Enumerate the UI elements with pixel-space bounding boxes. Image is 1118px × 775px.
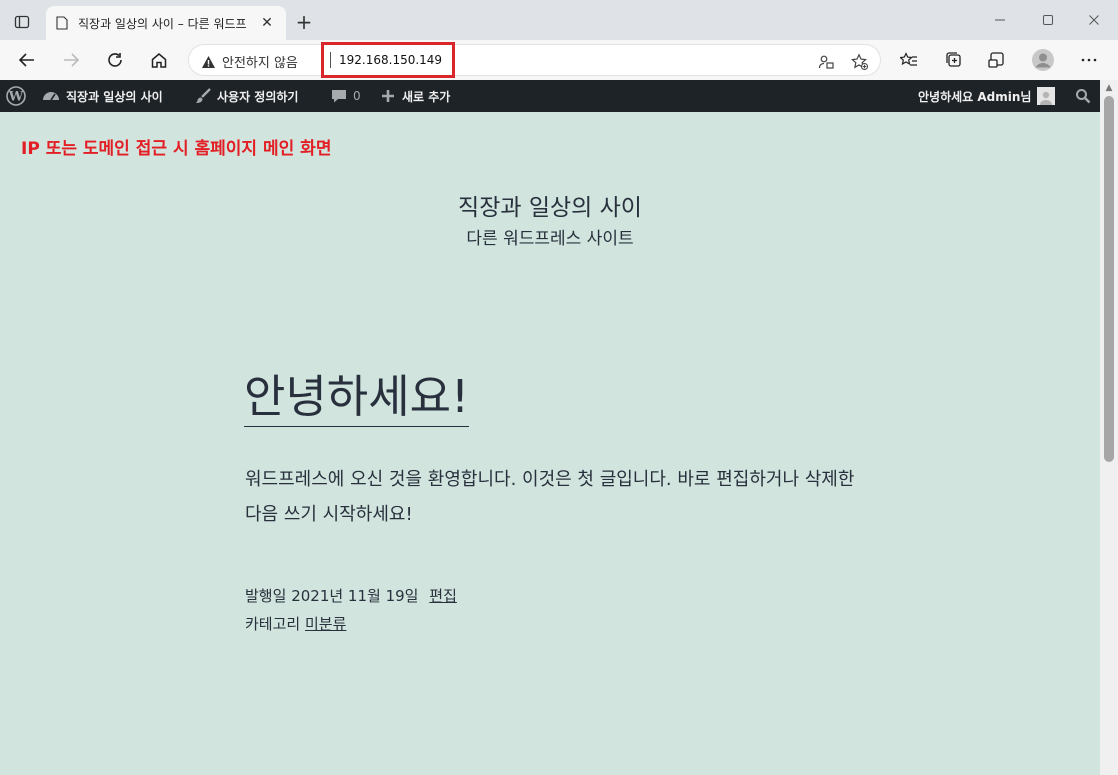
wordpress-logo-icon: W [6, 86, 26, 106]
site-title[interactable]: 직장과 일상의 사이 [0, 188, 1100, 222]
profile-button[interactable] [1029, 46, 1057, 74]
wp-new-content-menu[interactable]: 새로 추가 [380, 80, 450, 112]
tab-strip: 직장과 일상의 사이 – 다른 워드프 ✕ + [0, 0, 1118, 40]
collections-button[interactable] [940, 46, 968, 74]
plus-icon [382, 90, 394, 102]
search-icon [1076, 89, 1091, 104]
scroll-up-arrow-icon[interactable]: ▲ [1100, 80, 1118, 96]
post-category-line: 카테고리 미분류 [245, 610, 457, 638]
text-caret [330, 52, 331, 68]
app-available-button[interactable] [983, 46, 1011, 74]
tab-actions-button[interactable] [8, 8, 36, 36]
back-arrow-icon [18, 53, 34, 67]
svg-text:W: W [8, 90, 24, 105]
profile-avatar-icon [1032, 49, 1054, 71]
home-icon [151, 53, 167, 68]
url-text[interactable]: 192.168.150.149 [339, 53, 442, 67]
wp-customize-label: 사용자 정의하기 [217, 89, 299, 104]
browser-toolbar: 안전하지 않음 192.168.150.149 [0, 40, 1118, 80]
read-aloud-icon[interactable] [815, 51, 837, 73]
page-icon [56, 16, 68, 30]
wp-greeting: 안녕하세요 Admin님 [918, 89, 1032, 104]
settings-more-button[interactable] [1075, 46, 1103, 74]
favorites-button[interactable] [895, 46, 923, 74]
post-date-line: 발행일 2021년 11월 19일 편집 [245, 582, 457, 610]
wp-new-label: 새로 추가 [402, 89, 451, 104]
wp-customize-link[interactable]: 사용자 정의하기 [195, 80, 298, 112]
category-label: 카테고리 [245, 615, 301, 633]
tab-actions-icon [14, 15, 30, 29]
dashboard-gauge-icon [43, 92, 59, 101]
more-dots-icon [1081, 58, 1097, 62]
tab-title: 직장과 일상의 사이 – 다른 워드프 [78, 16, 247, 31]
favorites-star-icon [900, 52, 917, 66]
refresh-icon [108, 53, 122, 67]
published-label: 발행일 [245, 587, 287, 605]
refresh-button[interactable] [101, 46, 129, 74]
back-button[interactable] [13, 46, 41, 74]
wp-site-name: 직장과 일상의 사이 [66, 89, 163, 104]
wp-avatar [1037, 87, 1056, 105]
security-label: 안전하지 않음 [222, 56, 298, 71]
category-link[interactable]: 미분류 [305, 615, 346, 633]
maximize-button[interactable] [1028, 8, 1068, 32]
comment-bubble-icon [332, 90, 346, 103]
wp-admin-bar: W 직장과 일상의 사이 사용자 정의하기 0 새로 추가 안녕하세요 Admi… [0, 80, 1100, 112]
address-bar[interactable]: 안전하지 않음 192.168.150.149 [188, 42, 881, 78]
post-meta: 발행일 2021년 11월 19일 편집 카테고리 미분류 [245, 582, 457, 638]
add-favorite-icon[interactable] [849, 51, 871, 73]
home-button[interactable] [145, 46, 173, 74]
forward-arrow-icon [64, 53, 80, 67]
new-tab-button[interactable]: + [292, 10, 316, 34]
browser-tab[interactable]: 직장과 일상의 사이 – 다른 워드프 ✕ [46, 6, 286, 40]
wp-search-button[interactable] [1075, 80, 1091, 112]
security-indicator[interactable]: 안전하지 않음 [201, 52, 298, 71]
forward-button[interactable] [57, 46, 85, 74]
post-body: 워드프레스에 오신 것을 환영합니다. 이것은 첫 글입니다. 바로 편집하거나… [245, 469, 855, 525]
page-scrollbar[interactable]: ▲ [1100, 80, 1118, 775]
edit-post-link[interactable]: 편집 [429, 587, 457, 605]
warning-icon [202, 55, 215, 68]
url-highlight-box[interactable]: 192.168.150.149 [321, 42, 455, 78]
app-available-icon [988, 52, 1004, 68]
tab-close-icon[interactable]: ✕ [258, 14, 276, 32]
scrollbar-thumb[interactable] [1104, 96, 1114, 462]
post-title-link[interactable]: 안녕하세요! [244, 368, 470, 427]
site-description: 다른 워드프레스 사이트 [466, 229, 634, 249]
page-content: IP 또는 도메인 접근 시 홈페이지 메인 화면 직장과 일상의 사이 다른 … [0, 112, 1100, 775]
collections-icon [946, 52, 961, 67]
close-window-button[interactable] [1074, 8, 1114, 32]
post-date: 2021년 11월 19일 [291, 587, 419, 605]
paintbrush-icon [196, 88, 211, 103]
wp-site-name-menu[interactable]: 직장과 일상의 사이 [42, 80, 163, 112]
minimize-button[interactable] [980, 8, 1020, 32]
wp-comments-link[interactable]: 0 [331, 80, 361, 112]
wp-logo-menu[interactable]: W [6, 80, 26, 112]
annotation-label: IP 또는 도메인 접근 시 홈페이지 메인 화면 [21, 139, 332, 159]
wp-account-menu[interactable]: 안녕하세요 Admin님 [918, 80, 1056, 112]
wp-comments-count: 0 [353, 89, 361, 103]
